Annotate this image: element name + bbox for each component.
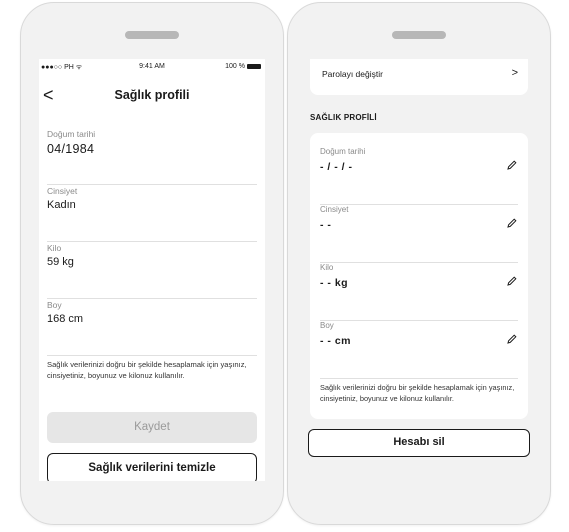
section-title: SAĞLIK PROFİLİ <box>310 113 377 122</box>
gender-field[interactable]: Cinsiyet - - <box>320 205 518 263</box>
status-bar: ●●●○○ PH ᯤ 9:41 AM 100 % <box>39 61 265 75</box>
height-value: - - cm <box>320 335 352 347</box>
birthdate-label: Doğum tarihi <box>47 129 96 139</box>
height-label: Boy <box>320 321 334 330</box>
birthdate-field[interactable]: Doğum tarihi 04/1984 <box>47 129 257 185</box>
page-title: Sağlık profili <box>114 88 190 102</box>
pencil-icon[interactable] <box>506 275 518 287</box>
clear-health-data-button[interactable]: Sağlık verilerini temizle <box>47 453 257 481</box>
birthdate-value: - / - / - <box>320 161 353 173</box>
phone-right: Parolayı değiştir > SAĞLIK PROFİLİ Doğum… <box>287 2 551 525</box>
pencil-icon[interactable] <box>506 159 518 171</box>
speaker-grille <box>392 31 446 39</box>
health-data-hint: Sağlık verilerinizi doğru bir şekilde he… <box>320 383 515 403</box>
height-label: Boy <box>47 300 62 310</box>
height-field[interactable]: Boy - - cm <box>320 321 518 379</box>
change-password-label: Parolayı değiştir <box>322 69 383 79</box>
gender-value: - - <box>320 219 332 231</box>
gender-label: Cinsiyet <box>47 186 78 196</box>
weight-value: 59 kg <box>47 256 74 268</box>
height-field[interactable]: Boy 168 cm <box>47 300 257 356</box>
weight-value: - - kg <box>320 277 349 289</box>
delete-account-button[interactable]: Hesabı sil <box>308 429 530 457</box>
birthdate-field[interactable]: Doğum tarihi - / - / - <box>320 147 518 205</box>
gender-field[interactable]: Cinsiyet Kadın <box>47 186 257 242</box>
birthdate-label: Doğum tarihi <box>320 147 366 156</box>
weight-field[interactable]: Kilo - - kg <box>320 263 518 321</box>
nav-header: < Sağlık profili <box>39 85 265 109</box>
speaker-grille <box>125 31 179 39</box>
health-data-hint: Sağlık verilerinizi doğru bir şekilde he… <box>47 360 247 380</box>
gender-value: Kadın <box>47 199 76 211</box>
height-value: 168 cm <box>47 313 84 325</box>
account-settings-screen: Parolayı değiştir > SAĞLIK PROFİLİ Doğum… <box>306 59 532 481</box>
chevron-right-icon: > <box>511 67 518 79</box>
pencil-icon[interactable] <box>506 333 518 345</box>
battery-level: 100 % <box>225 63 245 70</box>
gender-label: Cinsiyet <box>320 205 349 214</box>
weight-label: Kilo <box>320 263 334 272</box>
weight-field[interactable]: Kilo 59 kg <box>47 243 257 299</box>
pencil-icon[interactable] <box>506 217 518 229</box>
weight-label: Kilo <box>47 243 62 253</box>
save-button[interactable]: Kaydet <box>47 412 257 443</box>
health-profile-card: Doğum tarihi - / - / - Cinsiyet - - Kilo… <box>310 133 528 419</box>
battery-indicator: 100 % <box>225 63 261 70</box>
health-profile-screen: ●●●○○ PH ᯤ 9:41 AM 100 % < Sağlık profil… <box>39 59 265 481</box>
phone-left: ●●●○○ PH ᯤ 9:41 AM 100 % < Sağlık profil… <box>20 2 284 525</box>
birthdate-value: 04/1984 <box>47 142 95 156</box>
battery-icon <box>247 63 261 69</box>
change-password-row[interactable]: Parolayı değiştir > <box>310 59 528 95</box>
